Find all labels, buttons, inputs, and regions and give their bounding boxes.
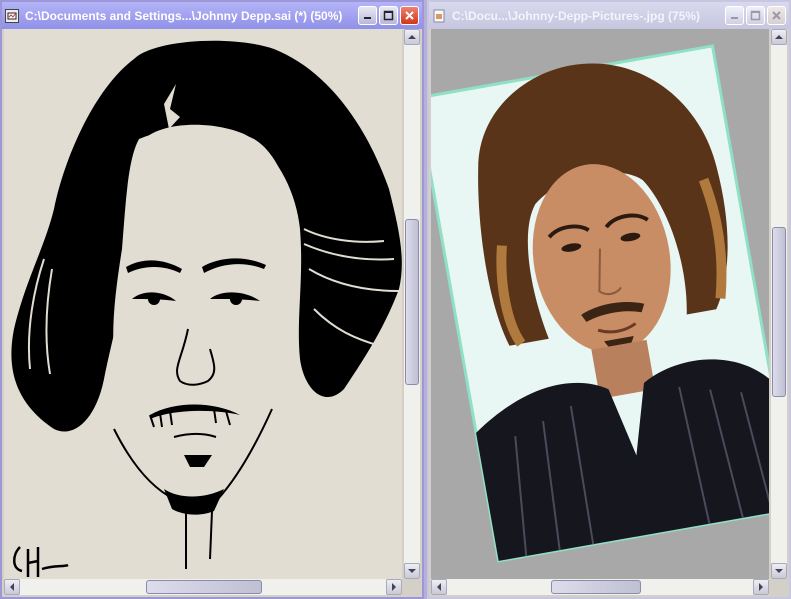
close-icon [772, 11, 781, 20]
minimize-button[interactable] [725, 6, 744, 25]
photo-window-title: C:\Docu...\Johnny-Depp-Pictures-.jpg (75… [452, 8, 701, 23]
scroll-left-button[interactable] [431, 579, 447, 595]
photo-horizontal-scrollbar[interactable] [431, 579, 769, 595]
signature-mark [13, 546, 69, 577]
vertical-scroll-thumb[interactable] [772, 227, 786, 397]
close-icon [405, 11, 414, 20]
photo-window-titlebar[interactable]: C:\Docu...\Johnny-Depp-Pictures-.jpg (75… [429, 2, 789, 29]
scroll-up-button[interactable] [771, 29, 787, 45]
arrow-down-icon [408, 569, 416, 573]
photo-vertical-scrollbar[interactable] [771, 29, 787, 579]
drawing-horizontal-scrollbar[interactable] [4, 579, 402, 595]
reference-photo [431, 44, 769, 563]
minimize-icon [364, 17, 371, 19]
arrow-right-icon [759, 583, 763, 591]
scroll-right-button[interactable] [386, 579, 402, 595]
caricature-artwork [11, 40, 402, 577]
maximize-icon [750, 10, 761, 21]
close-button[interactable] [400, 6, 419, 25]
maximize-button[interactable] [746, 6, 765, 25]
scroll-left-button[interactable] [4, 579, 20, 595]
close-button[interactable] [767, 6, 786, 25]
drawing-canvas[interactable] [4, 29, 402, 579]
photo-canvas[interactable] [431, 29, 769, 579]
arrow-left-icon [10, 583, 14, 591]
arrow-up-icon [775, 35, 783, 39]
scroll-right-button[interactable] [753, 579, 769, 595]
minimize-button[interactable] [358, 6, 377, 25]
drawing-vertical-scrollbar[interactable] [404, 29, 420, 579]
scroll-down-button[interactable] [771, 563, 787, 579]
arrow-right-icon [392, 583, 396, 591]
minimize-icon [731, 17, 738, 19]
drawing-window-title: C:\Documents and Settings...\Johnny Depp… [25, 8, 343, 23]
drawing-window[interactable]: C:\Documents and Settings...\Johnny Depp… [0, 0, 424, 599]
arrow-down-icon [775, 569, 783, 573]
scrollbar-corner [404, 579, 420, 595]
vertical-scroll-thumb[interactable] [405, 219, 419, 385]
arrow-left-icon [437, 583, 441, 591]
scroll-up-button[interactable] [404, 29, 420, 45]
scrollbar-corner [771, 579, 787, 595]
photo-window[interactable]: C:\Docu...\Johnny-Depp-Pictures-.jpg (75… [427, 0, 791, 599]
horizontal-scroll-thumb[interactable] [146, 580, 262, 594]
drawing-window-titlebar[interactable]: C:\Documents and Settings...\Johnny Depp… [2, 2, 422, 29]
maximize-button[interactable] [379, 6, 398, 25]
arrow-up-icon [408, 35, 416, 39]
scroll-down-button[interactable] [404, 563, 420, 579]
sai-app-icon [5, 8, 19, 23]
maximize-icon [383, 10, 394, 21]
image-file-icon [433, 9, 445, 22]
horizontal-scroll-thumb[interactable] [551, 580, 641, 594]
